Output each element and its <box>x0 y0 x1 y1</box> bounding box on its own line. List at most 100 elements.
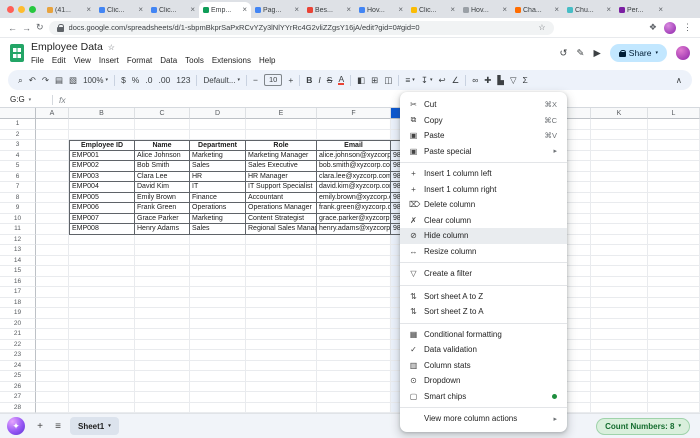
extensions-icon[interactable]: ❖ <box>649 22 657 33</box>
column-header-b[interactable]: B <box>69 108 135 119</box>
grid-cell[interactable]: Operations Manager <box>246 203 317 214</box>
grid-cell[interactable] <box>591 161 648 172</box>
grid-cell[interactable] <box>246 276 317 287</box>
grid-cell[interactable] <box>36 392 69 403</box>
grid-cell[interactable] <box>36 266 69 277</box>
context-menu-item-sort-sheet-a-to-z[interactable]: ⇅ Sort sheet A to Z <box>400 289 567 305</box>
grid-cell[interactable] <box>36 371 69 382</box>
grid-cell[interactable] <box>648 266 700 277</box>
grid-cell[interactable] <box>591 255 648 266</box>
row-header[interactable]: 6 <box>0 171 36 182</box>
create-filter-icon[interactable]: ▽ <box>510 75 517 86</box>
grid-cell[interactable] <box>591 276 648 287</box>
tab-close-icon[interactable]: × <box>502 6 507 14</box>
grid-cell[interactable] <box>69 371 135 382</box>
format-percent-icon[interactable]: % <box>132 75 140 85</box>
grid-cell[interactable] <box>36 402 69 413</box>
row-header[interactable]: 2 <box>0 129 36 140</box>
row-header[interactable]: 13 <box>0 245 36 256</box>
context-menu-item-conditional-formatting[interactable]: ▦ Conditional formatting <box>400 327 567 343</box>
grid-cell[interactable] <box>69 276 135 287</box>
grid-cell[interactable] <box>36 224 69 235</box>
grid-cell[interactable] <box>246 360 317 371</box>
grid-cell[interactable] <box>135 318 190 329</box>
grid-cell[interactable] <box>190 297 246 308</box>
grid-cell[interactable] <box>591 339 648 350</box>
row-header[interactable]: 20 <box>0 318 36 329</box>
search-menus-icon[interactable]: ⌕ <box>18 75 23 86</box>
grid-cell[interactable] <box>317 381 391 392</box>
row-header[interactable]: 7 <box>0 182 36 193</box>
share-caret-icon[interactable]: ▾ <box>655 50 658 56</box>
grid-cell[interactable] <box>69 329 135 340</box>
tab-close-icon[interactable]: × <box>294 6 299 14</box>
bookmark-star-icon[interactable]: ☆ <box>538 23 545 32</box>
tab-close-icon[interactable]: × <box>86 6 91 14</box>
grid-cell[interactable] <box>648 213 700 224</box>
menu-insert[interactable]: Insert <box>99 56 119 65</box>
context-menu-item-data-validation[interactable]: ✓ Data validation <box>400 342 567 358</box>
grid-cell[interactable]: Alice Johnson <box>135 150 190 161</box>
grid-cell[interactable]: Bob Smith <box>135 161 190 172</box>
grid-cell[interactable] <box>317 276 391 287</box>
minimize-window-button[interactable] <box>18 5 25 13</box>
row-header[interactable]: 18 <box>0 297 36 308</box>
tab-close-icon[interactable]: × <box>242 6 247 14</box>
fill-color-icon[interactable]: ◧ <box>357 75 365 86</box>
fullscreen-window-button[interactable] <box>29 5 36 13</box>
column-header-k[interactable]: K <box>591 108 648 119</box>
menu-data[interactable]: Data <box>160 56 177 65</box>
grid-cell[interactable] <box>36 329 69 340</box>
grid-cell[interactable] <box>135 402 190 413</box>
grid-cell[interactable] <box>246 245 317 256</box>
row-header[interactable]: 24 <box>0 360 36 371</box>
row-header[interactable]: 26 <box>0 381 36 392</box>
grid-cell[interactable]: IT <box>190 182 246 193</box>
row-header[interactable]: 22 <box>0 339 36 350</box>
grid-cell[interactable] <box>36 161 69 172</box>
grid-cell[interactable] <box>591 182 648 193</box>
grid-cell[interactable] <box>36 203 69 214</box>
grid-cell[interactable] <box>190 381 246 392</box>
grid-cell[interactable] <box>591 192 648 203</box>
grid-cell[interactable] <box>246 371 317 382</box>
name-box[interactable]: G:G ▾ <box>0 95 46 104</box>
grid-cell[interactable] <box>190 318 246 329</box>
grid-cell[interactable] <box>317 234 391 245</box>
grid-cell[interactable] <box>69 287 135 298</box>
grid-cell[interactable] <box>648 234 700 245</box>
star-document-icon[interactable]: ☆ <box>108 43 115 52</box>
grid-cell[interactable] <box>317 360 391 371</box>
grid-cell[interactable] <box>246 255 317 266</box>
grid-cell[interactable] <box>69 297 135 308</box>
grid-cell[interactable] <box>648 245 700 256</box>
more-formats-icon[interactable]: 123 <box>176 75 190 85</box>
grid-cell[interactable]: EMP006 <box>69 203 135 214</box>
format-currency-icon[interactable]: $ <box>121 75 126 85</box>
grid-cell[interactable] <box>648 161 700 172</box>
grid-cell[interactable] <box>135 276 190 287</box>
grid-cell[interactable] <box>591 150 648 161</box>
undo-icon[interactable]: ↶ <box>29 75 36 86</box>
grid-cell[interactable]: Role <box>246 140 317 151</box>
increase-font-size-icon[interactable]: + <box>288 75 293 85</box>
context-menu-item-dropdown[interactable]: ⊙ Dropdown <box>400 373 567 389</box>
share-button[interactable]: Share ▾ <box>609 44 667 62</box>
grid-cell[interactable]: IT Support Specialist <box>246 182 317 193</box>
grid-cell[interactable] <box>135 129 190 140</box>
grid-cell[interactable]: Marketing <box>190 150 246 161</box>
grid-cell[interactable] <box>648 402 700 413</box>
grid-cell[interactable] <box>69 266 135 277</box>
print-icon[interactable]: ▤ <box>55 75 63 86</box>
context-menu-item-view-more-column-actions[interactable]: View more column actions ▸ <box>400 411 567 427</box>
row-header[interactable]: 17 <box>0 287 36 298</box>
grid-cell[interactable] <box>246 350 317 361</box>
count-badge[interactable]: Count Numbers: 8 ▾ <box>596 417 690 435</box>
back-icon[interactable]: ← <box>8 23 17 33</box>
grid-cell[interactable] <box>36 150 69 161</box>
grid-cell[interactable] <box>246 392 317 403</box>
grid-cell[interactable] <box>317 129 391 140</box>
row-header[interactable]: 1 <box>0 119 36 130</box>
tab-close-icon[interactable]: × <box>606 6 611 14</box>
grid-cell[interactable] <box>36 234 69 245</box>
